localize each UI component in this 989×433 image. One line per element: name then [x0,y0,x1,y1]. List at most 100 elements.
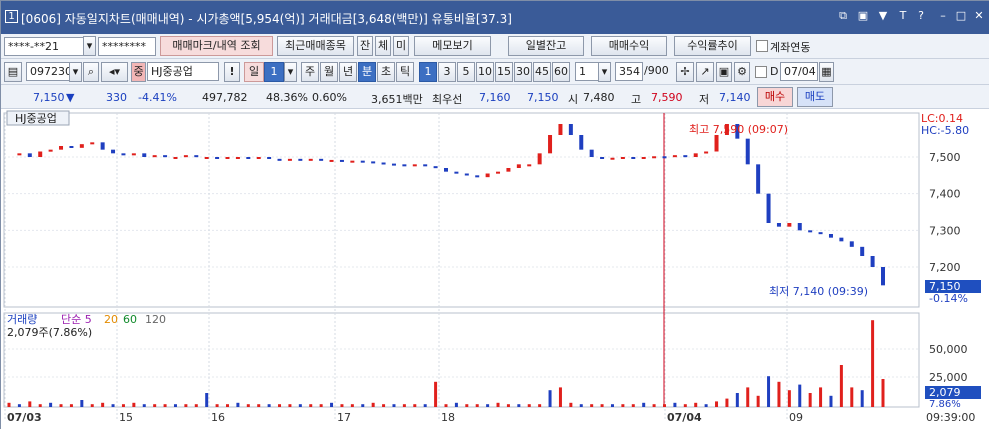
time-axis-label: 17 [337,411,351,424]
chart-area[interactable]: 7,500 7,400 7,300 7,200 50,000 25,000 07/03 15 1… [1,109,989,430]
price-candle [537,153,542,165]
minimize-icon[interactable]: – [936,9,950,23]
period-week-button[interactable]: 주 [301,62,319,82]
alert-icon[interactable]: ! [224,62,240,82]
stock-name-field[interactable]: HJ중공업 [147,62,219,81]
close-icon[interactable]: ✕ [972,9,986,23]
custom-interval-input[interactable]: 1 [575,62,599,81]
interval-5-button[interactable]: 5 [457,62,475,82]
volume-legend-item: 거래량 [7,313,37,326]
volume-bar [715,401,719,407]
volume-bar [267,404,271,407]
volume-bar [226,404,229,407]
volume-bar [7,402,11,407]
stock-code-input[interactable]: 097230 [26,62,70,81]
date-input[interactable]: 07/04 [780,62,818,81]
time-axis-label: 07/04 [667,411,702,424]
layout-icon[interactable]: ▤ [4,62,22,82]
price-tick-label: 7,200 [929,261,961,274]
price-candle [766,193,771,223]
price-candle [756,164,761,194]
volume: 497,782 [202,91,248,104]
price-candle [589,149,594,157]
filled-button[interactable]: 체 [375,36,391,56]
period-second-button[interactable]: 초 [377,62,395,82]
account-dropdown-icon[interactable]: ▾ [83,36,96,56]
buy-button[interactable]: 매수 [757,87,793,107]
frame-icon[interactable]: ▣ [856,9,870,23]
trade-mark-button[interactable]: 매매마크/내역 조회 [160,36,273,56]
speaker-icon[interactable]: ◂▾ [101,62,128,82]
interval-3-button[interactable]: 3 [438,62,456,82]
interval-15-button[interactable]: 15 [495,62,513,82]
custom-dropdown-icon[interactable]: ▾ [598,62,611,82]
volume-tick-label: 50,000 [929,343,968,356]
volume-pct-label: 7.86% [929,399,961,410]
calendar-icon[interactable]: ▦ [819,62,834,82]
memo-button[interactable]: 메모보기 [414,36,491,56]
save-icon[interactable]: ▣ [716,62,732,82]
volume-tick-label: 25,000 [929,371,968,384]
trade-amount: 3,651백만 [371,93,423,106]
volume-bar [17,404,21,407]
date-checkbox[interactable] [755,66,767,78]
crosshair-icon[interactable]: ✢ [676,62,694,82]
interval-1-button[interactable]: 1 [419,62,437,82]
account-link-checkbox[interactable] [756,40,768,52]
count-input[interactable]: 354 [615,62,643,81]
volume-bar [101,402,105,407]
volume-bar [257,404,261,407]
period-tick-button[interactable]: 틱 [396,62,414,82]
daily-balance-button[interactable]: 일별잔고 [508,36,584,56]
maximize-icon[interactable]: □ [954,9,968,23]
interval-10-button[interactable]: 10 [476,62,494,82]
interval-45-button[interactable]: 45 [533,62,551,82]
trade-profit-button[interactable]: 매매수익 [591,36,667,56]
volume-bar [392,404,396,407]
volume-bar [142,404,146,407]
balance-button[interactable]: 잔 [357,36,373,56]
search-icon[interactable]: ⌕ [83,62,99,82]
volume-bar [454,402,458,407]
volume-bar [746,387,750,407]
pin-icon[interactable]: ▼ [876,9,890,23]
account-select[interactable]: ****-**21 [4,37,84,56]
code-dropdown-icon[interactable]: ▾ [69,62,82,82]
recent-trades-button[interactable]: 최근매매종목 [277,36,354,56]
volume-bar [434,381,438,407]
price-candle [100,142,105,150]
volume-bar [173,404,177,407]
text-icon[interactable]: T [896,9,910,23]
volume-bar [132,402,136,407]
interval-60-button[interactable]: 60 [552,62,570,82]
period-day-button[interactable]: 일 [244,62,264,82]
period-year-button[interactable]: 년 [339,62,357,82]
price-candle [683,155,688,158]
return-trend-button[interactable]: 수익률추이 [674,36,751,56]
stock-type-icon: 중 [131,62,146,82]
period-count-select[interactable]: 1 [264,62,284,82]
unfilled-button[interactable]: 미 [393,36,409,56]
volume-bar [205,393,209,407]
interval-30-button[interactable]: 30 [514,62,532,82]
toolbar-account: ****-**21 ▾ ******** 매매마크/내역 조회 최근매매종목 잔… [1,34,989,59]
volume-bar [673,402,677,407]
draw-icon[interactable]: ↗ [696,62,714,82]
time-axis-label: 09 [789,411,803,424]
volume-pane [3,312,920,408]
password-field[interactable]: ******** [98,37,156,56]
time-axis-label: 16 [211,411,225,424]
price-candle [215,157,220,159]
period-dropdown-icon[interactable]: ▾ [284,62,297,82]
price-candle [631,157,636,159]
period-minute-button[interactable]: 분 [358,62,376,82]
help-icon[interactable]: ? [914,9,928,23]
chart-svg[interactable]: 7,500 7,400 7,300 7,200 50,000 25,000 07/03 15 1… [1,109,989,430]
restore-icon[interactable]: ⧉ [836,9,850,23]
price-candle [797,223,802,231]
price-candle [506,168,511,172]
sell-button[interactable]: 매도 [797,87,833,107]
volume-legend-item: 120 [145,313,166,326]
settings-icon[interactable]: ⚙ [734,62,750,82]
period-month-button[interactable]: 월 [320,62,338,82]
